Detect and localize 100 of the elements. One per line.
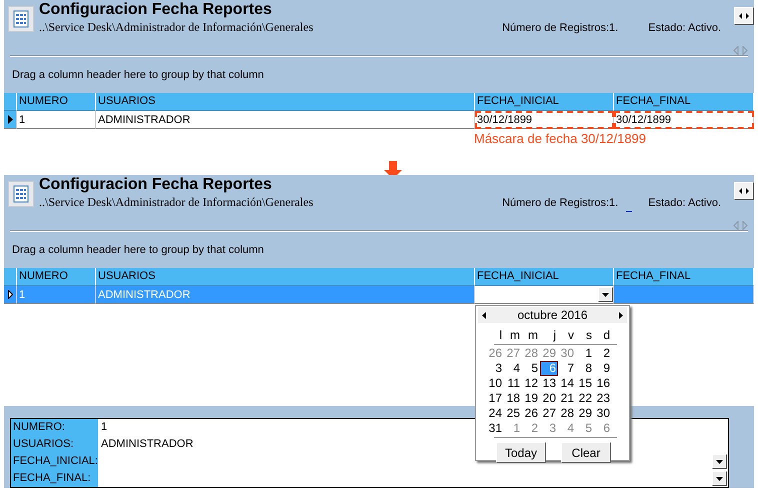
calendar-day[interactable]: 17	[486, 391, 504, 406]
arrows-icon[interactable]	[739, 188, 749, 194]
date-dropdown-field[interactable]	[475, 286, 614, 304]
calendar-day[interactable]: 25	[504, 406, 522, 421]
column-header[interactable]: USUARIOS	[96, 93, 475, 111]
calendar-day[interactable]: 19	[522, 391, 540, 406]
weekday-label: m	[527, 328, 539, 343]
calendar-day[interactable]: 28	[522, 346, 540, 361]
table-cell: ADMINISTRADOR	[96, 286, 475, 304]
weekday-label: j	[552, 328, 557, 343]
calendar-day[interactable]: 13	[540, 376, 558, 391]
calendar-day[interactable]: 29	[540, 346, 558, 361]
calendar-day[interactable]: 18	[504, 391, 522, 406]
calendar-day[interactable]: 3	[486, 361, 504, 376]
calendar-day[interactable]: 4	[504, 361, 522, 376]
calendar-day[interactable]: 16	[594, 376, 612, 391]
calendar-day[interactable]: 24	[486, 406, 504, 421]
calendar-day[interactable]: 11	[504, 376, 522, 391]
calendar-day[interactable]: 7	[558, 361, 576, 376]
record-count: Número de Registros:1.	[502, 197, 618, 209]
calendar-day[interactable]: 15	[576, 376, 594, 391]
caret-icon[interactable]	[716, 476, 723, 480]
field-label: NUMERO:	[11, 419, 98, 436]
weekday-label: m	[509, 328, 521, 343]
column-header[interactable]: FECHA_INICIAL	[475, 93, 614, 111]
clear-button[interactable]: Clear	[561, 442, 611, 463]
column-header[interactable]: NUMERO	[17, 93, 96, 111]
previous-month-button[interactable]	[482, 312, 486, 318]
window-title: Configuracion Fecha Reportes	[39, 1, 273, 19]
next-month-button[interactable]	[619, 312, 623, 318]
calendar-day[interactable]: 5	[576, 421, 594, 436]
table-cell: 30/12/1899	[614, 111, 754, 129]
field-label: FECHA_FINAL:	[11, 470, 98, 487]
row-selector[interactable]	[4, 286, 17, 304]
calendar-day[interactable]: 30	[558, 346, 576, 361]
dropdown-button[interactable]	[598, 287, 613, 302]
dropdown-button[interactable]	[712, 471, 727, 486]
scroll-arrows-button[interactable]	[734, 7, 754, 25]
caret-icon[interactable]	[602, 292, 609, 296]
breadcrumb-path: ..\Service Desk\Administrador de Información\Generales	[39, 195, 314, 210]
field-label: USUARIOS:	[11, 436, 98, 453]
header-corner	[4, 268, 17, 286]
column-header[interactable]: FECHA_FINAL	[614, 268, 754, 286]
arrows-icon[interactable]	[739, 13, 749, 19]
record-count: Número de Registros:1.	[502, 22, 618, 34]
calendar-day[interactable]: 21	[558, 391, 576, 406]
calendar-day[interactable]: 9	[594, 361, 612, 376]
calendar-day[interactable]: 2	[522, 421, 540, 436]
weekday-label: v	[567, 328, 575, 343]
row-selector[interactable]	[4, 111, 17, 129]
calendar-day[interactable]: 14	[558, 376, 576, 391]
status-text: Estado: Activo.	[648, 197, 721, 211]
calendar-day[interactable]: 27	[504, 346, 522, 361]
calendar-day[interactable]: 20	[540, 391, 558, 406]
dropdown-button[interactable]	[712, 454, 727, 469]
weekday-label: d	[602, 328, 611, 343]
calendar-day[interactable]: 8	[576, 361, 594, 376]
calendar-day[interactable]: 4	[558, 421, 576, 436]
table-cell: 1	[17, 286, 96, 304]
scroll-arrows-button[interactable]	[734, 182, 754, 200]
calendar-day[interactable]: 29	[576, 406, 594, 421]
weekday-label: s	[585, 328, 593, 343]
row-indicator-icon	[8, 290, 12, 299]
calendar-day[interactable]: 26	[486, 346, 504, 361]
column-header[interactable]: NUMERO	[17, 268, 96, 286]
field-label: FECHA_INICIAL:	[11, 453, 98, 470]
calendar-day[interactable]: 6	[594, 421, 612, 436]
today-button[interactable]: Today	[496, 442, 546, 463]
row-indicator-icon	[8, 115, 12, 124]
field-value: ADMINISTRADOR	[101, 437, 194, 452]
calendar-day[interactable]: 1	[504, 421, 522, 436]
calendar-day[interactable]: 12	[522, 376, 540, 391]
header-corner	[4, 93, 17, 111]
calendar-day[interactable]: 1	[576, 346, 594, 361]
calendar-day[interactable]: 28	[558, 406, 576, 421]
field-value: 1	[101, 420, 108, 435]
calendar-day[interactable]: 3	[540, 421, 558, 436]
breadcrumb-path: ..\Service Desk\Administrador de Información\Generales	[39, 20, 314, 35]
caret-icon[interactable]	[716, 460, 723, 464]
group-hint: Drag a column header here to group by that column	[12, 244, 264, 256]
calendar-day[interactable]: 26	[522, 406, 540, 421]
calendar-day[interactable]: 2	[594, 346, 612, 361]
annotation-text: Máscara de fecha 30/12/1899	[474, 131, 646, 146]
weekday-label: l	[498, 328, 503, 343]
column-header[interactable]: FECHA_FINAL	[614, 93, 754, 111]
calendar-day[interactable]: 27	[540, 406, 558, 421]
calendar-day[interactable]: 22	[576, 391, 594, 406]
status-text: Estado: Activo.	[648, 22, 721, 36]
calendar-day[interactable]: 31	[486, 421, 504, 436]
column-header[interactable]: USUARIOS	[96, 268, 475, 286]
calendar-day[interactable]: 10	[486, 376, 504, 391]
table-cell: ADMINISTRADOR	[96, 111, 475, 129]
document-icon	[8, 6, 34, 32]
column-header[interactable]: FECHA_INICIAL	[475, 268, 614, 286]
month-label: octubre 2016	[517, 308, 588, 322]
calendar-day[interactable]: 5	[522, 361, 540, 376]
calendar-day[interactable]: 30	[594, 406, 612, 421]
window-title: Configuracion Fecha Reportes	[39, 176, 273, 194]
calendar-day[interactable]: 23	[594, 391, 612, 406]
table-cell: 30/12/1899	[475, 111, 614, 129]
